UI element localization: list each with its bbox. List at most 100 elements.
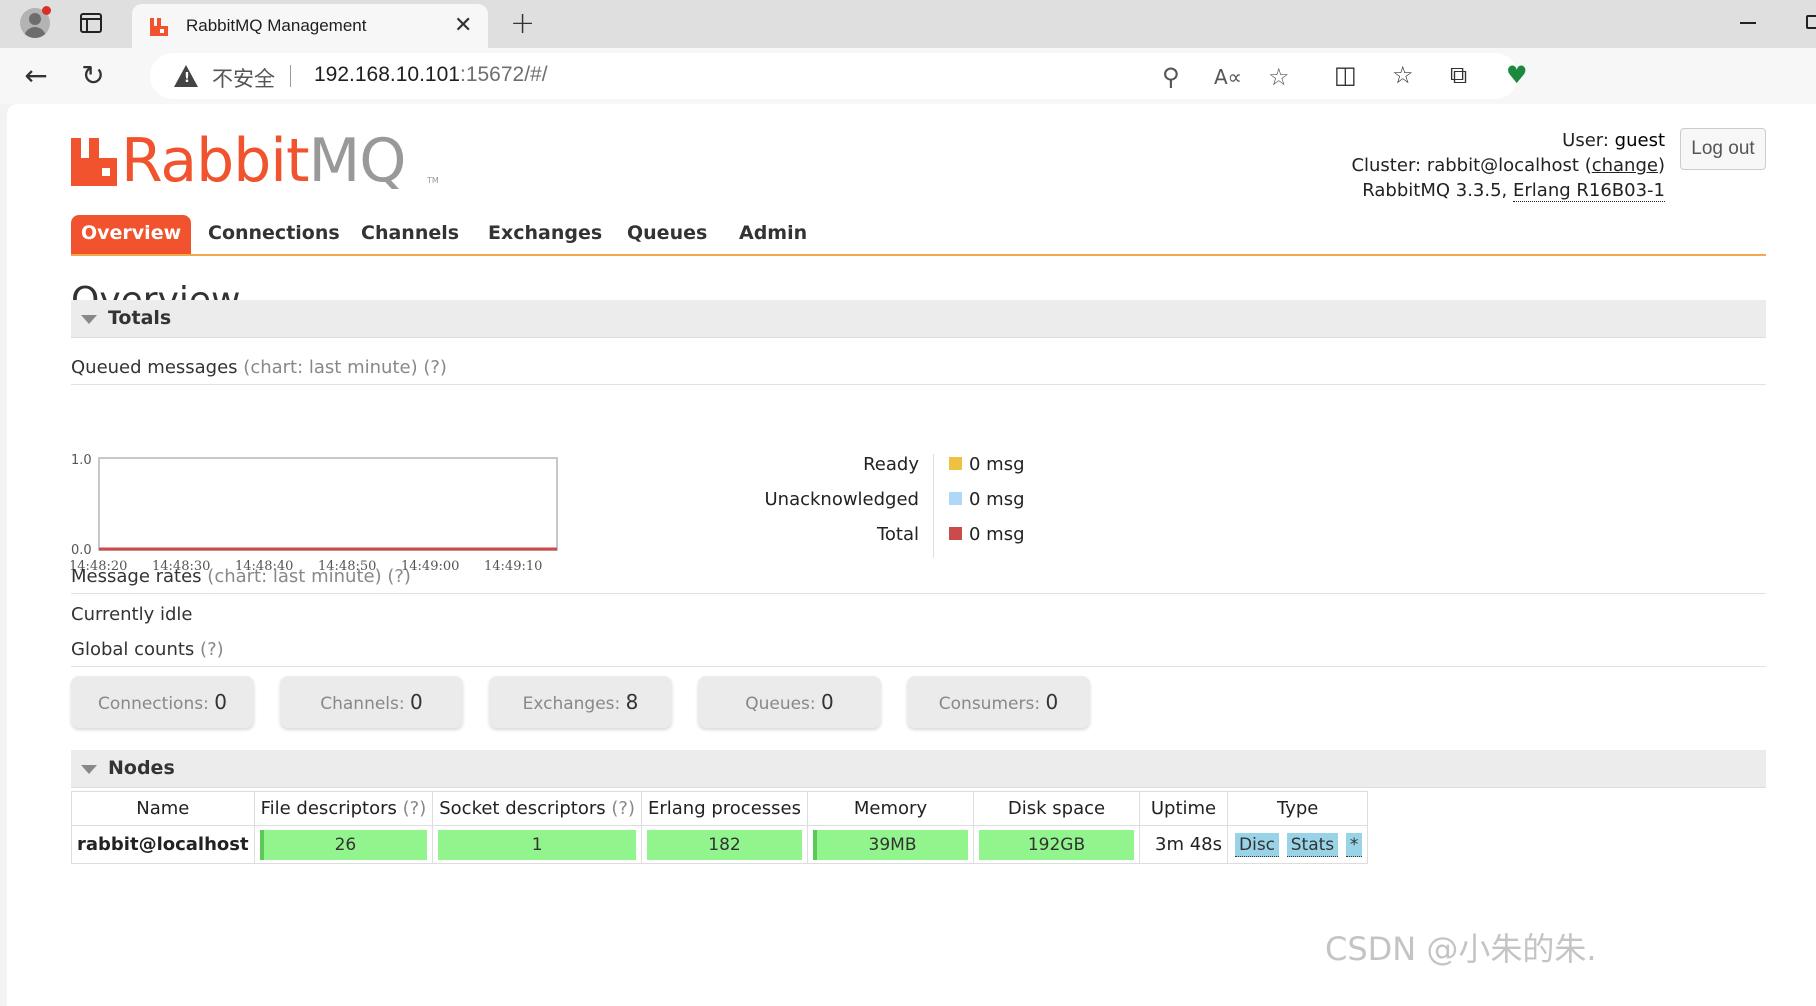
type-disc-tag[interactable]: Disc (1235, 832, 1280, 857)
legend-row-ready: Ready 0 msg (687, 454, 1107, 478)
nodes-section-header[interactable]: Nodes (71, 750, 1766, 788)
column-header: Erlang processes (641, 791, 808, 826)
count-label: Consumers: (938, 694, 1041, 714)
count-value: 0 (410, 690, 423, 714)
global-counts-hint[interactable]: (?) (200, 639, 224, 660)
column-header-label: Socket descriptors (439, 798, 606, 819)
column-hint[interactable]: (?) (403, 798, 427, 819)
count-connections[interactable]: Connections: 0 (71, 676, 254, 728)
disk-space-cell: 192GB (973, 825, 1140, 864)
count-exchanges[interactable]: Exchanges: 8 (489, 676, 672, 728)
csdn-watermark: CSDN @小朱的朱. (1325, 930, 1597, 968)
disk-space-bar: 192GB (979, 829, 1134, 860)
column-header: Socket descriptors (?) (432, 791, 642, 826)
table-row[interactable]: rabbit@localhost 26 1 182 39MB 192GB 3m … (71, 825, 1369, 864)
column-hint[interactable]: (?) (611, 798, 635, 819)
count-label: Channels: (320, 694, 405, 714)
page-viewport: RabbitMQ TM User: guest Cluster: rabbit@… (7, 104, 1816, 1006)
user-value: guest (1614, 130, 1665, 151)
reload-icon[interactable]: ↻ (75, 58, 111, 94)
warning-icon (174, 65, 198, 87)
favorite-star-icon[interactable]: ☆ (1268, 63, 1290, 91)
count-consumers[interactable]: Consumers: 0 (907, 676, 1090, 728)
node-name[interactable]: rabbit@localhost (71, 825, 255, 864)
totals-section-header[interactable]: Totals (71, 300, 1766, 338)
rabbitmq-version: RabbitMQ 3.3.5, (1362, 180, 1508, 201)
url-text[interactable]: 192.168.10.101:15672/#/ (314, 63, 548, 87)
type-stats-tag[interactable]: Stats (1286, 832, 1339, 857)
collections-icon[interactable]: ⧉ (1450, 61, 1467, 89)
key-icon[interactable]: ⚲ (1162, 63, 1180, 91)
address-bar[interactable]: 不安全 192.168.10.101:15672/#/ ⚲ A∝ ☆ (150, 53, 1518, 99)
logo-trademark: TM (427, 176, 439, 185)
logo-mq-text: MQ (308, 126, 407, 196)
nav-overview[interactable]: Overview (71, 215, 192, 254)
browser-tab[interactable]: RabbitMQ Management ✕ (132, 4, 488, 48)
nav-channels[interactable]: Channels (351, 215, 469, 254)
count-value: 0 (821, 690, 834, 714)
socket-descriptors-bar: 1 (438, 829, 636, 860)
y-tick-label: 0.0 (71, 543, 92, 558)
favorites-list-icon[interactable]: ☆ (1392, 61, 1414, 89)
erlang-processes-cell: 182 (641, 825, 808, 864)
tab-close-icon[interactable]: ✕ (454, 13, 472, 38)
change-cluster-link[interactable]: change (1592, 155, 1658, 176)
legend-row-unacknowledged: Unacknowledged 0 msg (687, 489, 1107, 513)
message-rates-header: Message rates (chart: last minute) (?) (71, 566, 1766, 594)
legend-label: Ready (863, 454, 919, 475)
nav-connections[interactable]: Connections (198, 215, 350, 254)
insecure-label: 不安全 (212, 68, 275, 91)
memory-cell: 39MB (807, 825, 974, 864)
logout-button[interactable]: Log out (1680, 128, 1766, 170)
tab-actions-icon[interactable] (80, 13, 102, 33)
nav-exchanges[interactable]: Exchanges (478, 215, 612, 254)
legend-row-total: Total 0 msg (687, 524, 1107, 548)
legend-value: 0 msg (969, 454, 1025, 475)
user-label: User: (1562, 130, 1609, 151)
new-tab-icon[interactable]: + (510, 6, 535, 41)
count-value: 0 (214, 690, 227, 714)
column-header: File descriptors (?) (253, 791, 434, 826)
count-value: 0 (1045, 690, 1059, 714)
notification-dot-icon (42, 6, 51, 15)
queued-messages-legend: Ready 0 msg Unacknowledged 0 msg Total 0… (687, 454, 1107, 584)
message-rates-title: Message rates (71, 566, 202, 587)
nav-queues[interactable]: Queues (617, 215, 717, 254)
type-star-tag[interactable]: * (1345, 832, 1363, 857)
queued-messages-title: Queued messages (71, 357, 238, 378)
cluster-value: rabbit@localhost (1426, 155, 1579, 176)
queued-messages-hint[interactable]: (chart: last minute) (?) (243, 357, 447, 378)
erlang-version[interactable]: Erlang R16B03-1 (1513, 180, 1665, 202)
rabbitmq-logo-icon (71, 138, 117, 186)
column-header: Name (71, 791, 255, 826)
back-icon[interactable]: ← (18, 58, 54, 94)
version-line: RabbitMQ 3.3.5, Erlang R16B03-1 (1351, 178, 1665, 203)
logo-rabbit-text: Rabbit (121, 126, 310, 196)
rabbitmq-favicon-icon (150, 18, 168, 36)
uptime-cell: 3m 48s (1139, 825, 1228, 864)
column-header: Uptime (1139, 791, 1228, 826)
cluster-line: Cluster: rabbit@localhost (change) (1351, 155, 1665, 176)
column-header-label: File descriptors (260, 798, 397, 819)
count-queues[interactable]: Queues: 0 (698, 676, 881, 728)
legend-label: Total (876, 524, 919, 545)
legend-label: Unacknowledged (764, 489, 919, 510)
collapse-triangle-icon[interactable] (81, 315, 97, 324)
message-rates-hint[interactable]: (chart: last minute) (?) (207, 566, 411, 587)
logo-text: RabbitMQ (121, 126, 407, 196)
totals-title: Totals (108, 307, 172, 329)
y-tick-label: 1.0 (71, 454, 92, 468)
browser-essentials-icon[interactable]: ♥ (1506, 61, 1528, 89)
count-channels[interactable]: Channels: 0 (280, 676, 463, 728)
memory-bar: 39MB (813, 829, 968, 860)
collapse-triangle-icon[interactable] (81, 765, 97, 774)
user-line: User: guest (1351, 128, 1665, 153)
queued-messages-header: Queued messages (chart: last minute) (?) (71, 357, 1766, 385)
nodes-table-header-row: Name File descriptors (?) Socket descrip… (71, 791, 1369, 826)
count-label: Exchanges: (522, 694, 621, 714)
maximize-icon[interactable] (1806, 15, 1816, 29)
minimize-icon[interactable] (1740, 22, 1756, 24)
split-screen-icon[interactable]: ◫ (1334, 61, 1357, 89)
read-aloud-icon[interactable]: A∝ (1214, 65, 1242, 89)
nav-admin[interactable]: Admin (729, 215, 817, 254)
